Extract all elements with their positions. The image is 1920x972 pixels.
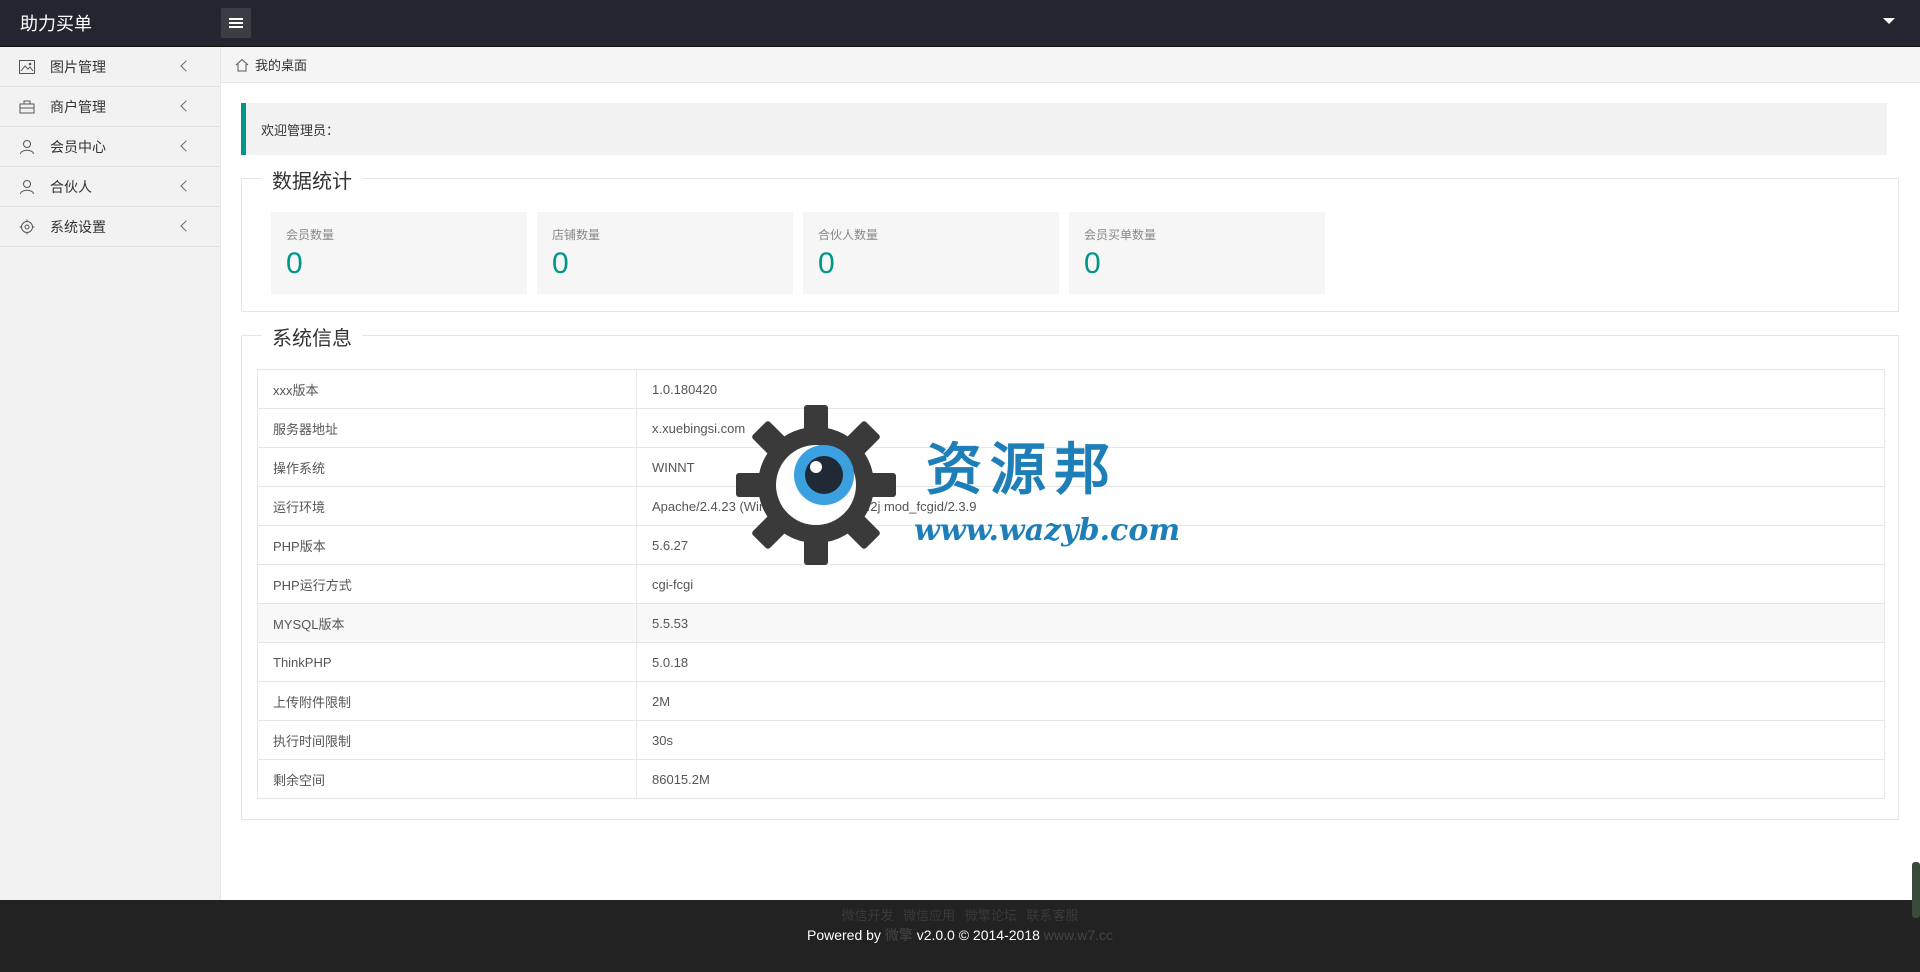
table-row: 运行环境 Apache/2.4.23 (Win32) OpenSSL/1.0.2j… (257, 486, 1885, 526)
chevron-left-icon (180, 220, 192, 232)
sidebar-item-members[interactable]: 会员中心 (0, 127, 220, 167)
row-value: x.xuebingsi.com (636, 408, 1885, 448)
footer-site-link[interactable]: www.w7.cc (1044, 927, 1113, 943)
sidebar-item-label: 合伙人 (50, 178, 92, 195)
row-value: WINNT (636, 447, 1885, 487)
menu-icon (229, 16, 243, 30)
shop-icon (18, 98, 36, 116)
breadcrumb: 我的桌面 (221, 47, 1920, 83)
stat-label: 会员买单数量 (1084, 228, 1157, 242)
sidebar-item-merchants[interactable]: 商户管理 (0, 87, 220, 127)
user-icon (18, 178, 36, 196)
app-title: 助力买单 (20, 14, 92, 34)
stats-panel: 数据统计 会员数量 0 店铺数量 0 合伙人数量 0 会员买单数量 0 (241, 165, 1899, 312)
row-key: PHP版本 (257, 525, 637, 565)
top-header: 助力买单 (0, 0, 1920, 47)
stat-value: 0 (552, 247, 569, 280)
system-info-table: xxx版本 1.0.180420 服务器地址 x.xuebingsi.com 操作系… (257, 369, 1885, 799)
stat-value: 0 (286, 247, 303, 280)
table-row: xxx版本 1.0.180420 (257, 369, 1885, 409)
footer-links: 微信开发 微信应用 微擎论坛 联系客服 (0, 905, 1920, 924)
scrollbar-handle[interactable] (1912, 862, 1920, 918)
row-key: 执行时间限制 (257, 720, 637, 760)
main-content: 欢迎管理员： 数据统计 会员数量 0 店铺数量 0 合伙人数量 0 会员买单数量… (221, 83, 1920, 900)
breadcrumb-current[interactable]: 我的桌面 (255, 55, 307, 74)
row-value: 5.5.53 (636, 603, 1885, 643)
chevron-down-icon[interactable] (1883, 18, 1895, 24)
row-key: 操作系统 (257, 447, 637, 487)
row-value: 5.0.18 (636, 642, 1885, 682)
row-key: MYSQL版本 (257, 603, 637, 643)
row-key: 运行环境 (257, 486, 637, 526)
row-key: xxx版本 (257, 369, 637, 409)
row-value: Apache/2.4.23 (Win32) OpenSSL/1.0.2j mod… (636, 486, 1885, 526)
row-value: 5.6.27 (636, 525, 1885, 565)
footer-link[interactable]: 微信应用 (903, 908, 955, 923)
table-row: 上传附件限制 2M (257, 681, 1885, 721)
table-row: ThinkPHP 5.0.18 (257, 642, 1885, 682)
stat-value: 0 (818, 247, 835, 280)
row-value: 86015.2M (636, 759, 1885, 799)
footer-brand-link[interactable]: 微擎 (885, 927, 913, 943)
table-row: PHP运行方式 cgi-fcgi (257, 564, 1885, 604)
sidebar-item-label: 图片管理 (50, 58, 106, 75)
table-row: MYSQL版本 5.5.53 (257, 603, 1885, 643)
system-info-panel: 系统信息 xxx版本 1.0.180420 服务器地址 x.xuebingsi.co… (241, 322, 1899, 820)
row-key: 剩余空间 (257, 759, 637, 799)
image-icon (18, 58, 36, 76)
row-value: 2M (636, 681, 1885, 721)
table-row: 剩余空间 86015.2M (257, 759, 1885, 799)
table-row: 服务器地址 x.xuebingsi.com (257, 408, 1885, 448)
sidebar-item-partners[interactable]: 合伙人 (0, 167, 220, 207)
table-row: PHP版本 5.6.27 (257, 525, 1885, 565)
menu-toggle-button[interactable] (221, 8, 251, 38)
sidebar-item-images[interactable]: 图片管理 (0, 47, 220, 87)
stat-card-partners[interactable]: 合伙人数量 0 (803, 212, 1059, 294)
settings-icon (18, 218, 36, 236)
table-row: 执行时间限制 30s (257, 720, 1885, 760)
footer-link[interactable]: 微擎论坛 (965, 908, 1017, 923)
sidebar-item-label: 会员中心 (50, 138, 106, 155)
stat-card-member-orders[interactable]: 会员买单数量 0 (1069, 212, 1325, 294)
welcome-banner: 欢迎管理员： (241, 103, 1887, 155)
chevron-left-icon (180, 60, 192, 72)
row-key: ThinkPHP (257, 642, 637, 682)
row-value: 1.0.180420 (636, 369, 1885, 409)
powered-prefix: Powered by (806, 927, 881, 943)
sidebar-item-settings[interactable]: 系统设置 (0, 207, 220, 247)
sidebar-item-label: 商户管理 (50, 98, 106, 115)
stat-label: 合伙人数量 (818, 228, 879, 242)
footer: 微信开发 微信应用 微擎论坛 联系客服 Powered by 微擎 v2.0.0… (0, 900, 1920, 972)
system-info-title: 系统信息 (262, 322, 362, 351)
footer-link[interactable]: 联系客服 (1026, 908, 1078, 923)
table-row: 操作系统 WINNT (257, 447, 1885, 487)
stat-value: 0 (1084, 247, 1101, 280)
stat-label: 会员数量 (286, 228, 335, 242)
sidebar-item-label: 系统设置 (50, 218, 106, 235)
stats-title: 数据统计 (262, 165, 362, 194)
row-value: 30s (636, 720, 1885, 760)
stat-card-shops[interactable]: 店铺数量 0 (537, 212, 793, 294)
chevron-left-icon (180, 180, 192, 192)
stat-card-members[interactable]: 会员数量 0 (271, 212, 527, 294)
footer-link[interactable]: 微信开发 (842, 908, 894, 923)
chevron-left-icon (180, 100, 192, 112)
footer-version: v2.0.0 © 2014-2018 (916, 927, 1040, 943)
user-icon (18, 138, 36, 156)
sidebar: 图片管理 商户管理 会员中心 合伙人 系统设置 (0, 47, 221, 900)
row-value: cgi-fcgi (636, 564, 1885, 604)
chevron-left-icon (180, 140, 192, 152)
powered-by: Powered by 微擎 v2.0.0 © 2014-2018 www.w7.… (0, 925, 1920, 945)
row-key: 服务器地址 (257, 408, 637, 448)
row-key: PHP运行方式 (257, 564, 637, 604)
home-icon[interactable] (235, 58, 249, 72)
row-key: 上传附件限制 (257, 681, 637, 721)
stat-label: 店铺数量 (552, 228, 601, 242)
